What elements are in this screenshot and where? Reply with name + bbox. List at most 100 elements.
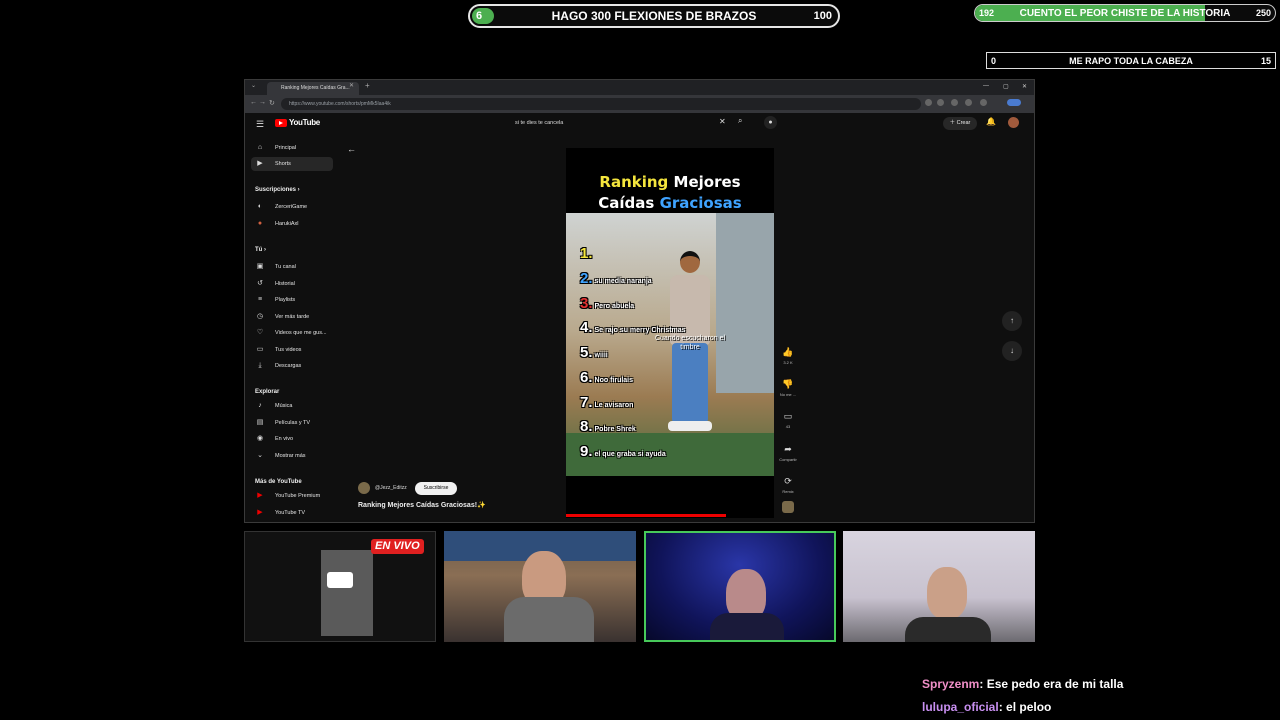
forward-icon[interactable]: → [259,99,266,106]
sidebar-item-liked-videos[interactable]: ♡ Videos que me gus... [251,326,333,340]
sidebar-item-principal[interactable]: ⌂ Principal [251,141,333,155]
reload-icon[interactable]: ↻ [269,99,275,107]
browser-tab-bar: ⌄ Ranking Mejores Caídas Gra... ✕ + — ▢ … [245,80,1034,95]
audio-thumbnail[interactable] [778,500,798,518]
sidebar-item-history[interactable]: ↺ Historial [251,277,333,291]
streamer-body [905,617,991,642]
ranking-text: Noo firulais [594,377,634,384]
new-tab-icon[interactable]: + [365,81,370,90]
previous-short-button[interactable]: ↑ [1002,311,1022,331]
sidebar-item-downloads[interactable]: ⤓ Descargas [251,359,333,373]
chat-assistant-icon[interactable] [1007,99,1021,106]
subscription-channel[interactable]: ◐ ZerceriGame [251,200,333,214]
short-title-overlay: Ranking Mejores Caídas Graciosas [566,172,774,214]
menu-icon[interactable]: ☰ [256,119,264,130]
ranking-number: 6. [580,369,593,386]
sidebar-item-live[interactable]: ◉ En vivo [251,432,333,446]
dislike-button[interactable]: 👎 No me ... [778,374,798,397]
search-icon[interactable]: ⌕ [738,116,742,126]
you-heading[interactable]: Tú › [255,247,266,253]
tab-list-icon[interactable]: ⌄ [251,82,256,89]
share-button[interactable]: ➦ Compartir [778,439,798,462]
extension-icon[interactable] [951,99,958,106]
profile-icon[interactable] [980,99,987,106]
video-frame: 1. 2. su media naranja 3. Pero abuela 4. Se… [566,213,774,476]
close-tab-icon[interactable]: ✕ [349,82,354,89]
next-short-button[interactable]: ↓ [1002,341,1022,361]
bookmark-icon[interactable] [937,99,944,106]
remix-button[interactable]: ⟳ Remix [778,471,798,494]
ranking-text: wiiii [594,352,608,359]
chat-username: Spryzenm [922,677,980,691]
ranking-number: 1. [580,245,593,262]
back-arrow-icon[interactable]: ← [347,144,356,154]
video-progress-bar[interactable] [566,514,726,517]
subscribe-button[interactable]: Suscribirse [415,482,457,495]
share-label: Compartir [779,457,797,462]
sidebar-item-shorts[interactable]: ▶ Shorts [251,157,333,171]
ranking-text: su media naranja [594,278,652,285]
sidebar-item-your-channel[interactable]: ▣ Tu canal [251,260,333,274]
sidebar-item-label: HarukiAxl [275,221,299,227]
maximize-icon[interactable]: ▢ [1003,83,1009,90]
sidebar-item-youtube-tv[interactable]: ▶ YouTube TV [251,506,333,520]
notifications-bell-icon[interactable]: 🔔 [986,117,996,126]
microphone-icon[interactable]: ● [764,116,777,129]
close-window-icon[interactable]: ✕ [1022,83,1027,90]
minimize-icon[interactable]: — [983,83,989,89]
like-button[interactable]: 👍 3.2 K [778,342,798,365]
subscription-channel[interactable]: ● HarukiAxl [251,217,333,231]
sidebar-item-label: Principal [275,145,297,151]
youtube-logo-text[interactable]: YouTube [289,118,320,127]
comments-button[interactable]: ▭ 43 [778,406,798,429]
extension-icon[interactable] [925,99,932,106]
dislike-label: No me ... [779,392,797,397]
shorts-icon: ▶ [257,160,263,167]
create-button[interactable]: ＋ Crear [943,117,977,130]
remix-label: Remix [782,489,794,494]
short-video-title[interactable]: Ranking Mejores Caídas Graciosas!✨ [358,501,486,509]
browser-toolbar: ← → ↻ https://www.youtube.com/shorts/pmM… [245,95,1034,113]
sidebar-item-label: Shorts [275,161,291,167]
account-avatar[interactable] [1008,117,1019,128]
ranking-number: 2. [580,270,593,287]
channel-handle[interactable]: @Jezz_Editzz [375,485,407,491]
sidebar-item-music[interactable]: ♪ Música [251,399,333,413]
sidebar-item-label: Películas y TV [275,420,311,426]
ranking-number: 3. [580,295,593,312]
chat-text: : el peloo [998,700,1052,714]
browser-tab[interactable]: Ranking Mejores Caídas Gra... [267,82,359,95]
ranking-number: 8. [580,418,593,435]
ranking-item: 3. Pero abuela [580,295,634,312]
chevron-down-icon: ⌄ [257,452,263,459]
channel-icon: ▣ [256,263,264,270]
channel-avatar[interactable] [358,482,370,494]
youtube-logo-icon[interactable] [275,119,287,127]
chat-message: lulupa_oficial: el peloo [922,700,1051,714]
sidebar-item-your-videos[interactable]: ▭ Tus videos [251,343,333,357]
address-bar[interactable]: https://www.youtube.com/shorts/pmMk5Iaa4… [281,98,921,110]
movies-icon: ▤ [256,419,264,426]
clear-search-icon[interactable]: ✕ [719,117,726,126]
short-title-word: Graciosas [659,194,742,212]
sidebar-item-label: Mostrar más [275,453,306,459]
sidebar-item-label: En vivo [275,436,294,442]
sidebar-item-label: Tus videos [275,347,302,353]
create-label: Crear [956,120,971,126]
sidebar-item-youtube-premium[interactable]: ▶ YouTube Premium [251,489,333,503]
search-input[interactable]: si te dies te cancela [509,117,749,130]
short-video-player[interactable]: Ranking Mejores Caídas Graciosas 1. 2. su… [566,148,774,518]
sidebar-item-show-more[interactable]: ⌄ Mostrar más [251,449,333,463]
downloads-toolbar-icon[interactable] [965,99,972,106]
ranking-text: Se rajo su merry Christmas [594,327,686,334]
sidebar-item-label: Historial [275,281,295,287]
back-icon[interactable]: ← [250,99,257,106]
sidebar-item-watch-later[interactable]: ◷ Ver más tarde [251,310,333,324]
youtube-header: ☰ YouTube si te dies te cancela ✕ ⌕ ● ＋ … [245,113,1034,135]
watch-later-icon: ◷ [256,313,264,320]
goal-title: HAGO 300 FLEXIONES DE BRAZOS [551,9,757,23]
subscriptions-heading[interactable]: Suscripciones › [255,187,300,193]
sidebar-item-label: Videos que me gus... [275,330,327,336]
sidebar-item-playlists[interactable]: ≡ Playlists [251,293,333,307]
sidebar-item-movies[interactable]: ▤ Películas y TV [251,416,333,430]
